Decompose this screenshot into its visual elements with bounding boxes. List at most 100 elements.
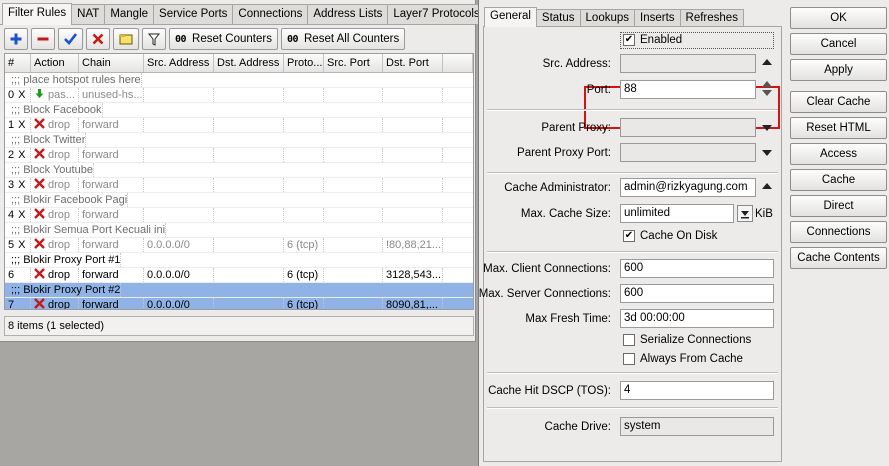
max-cache-size-dropdown[interactable] [737,205,753,222]
src-address-label: Src. Address: [542,58,611,70]
rule-comment-row[interactable]: ;;; Blokir Facebook Pagi [5,193,473,208]
cache-administrator-field[interactable]: admin@rizkyagung.com [620,178,756,197]
max-client-connections-field[interactable]: 600 [620,259,774,278]
column-header-src-port[interactable]: Src. Port [324,54,383,72]
direct-button[interactable]: Direct [790,195,887,217]
reset-counters-button[interactable]: 00 Reset Counters [169,28,278,50]
table-row[interactable]: 3 Xdrop forward [5,178,473,193]
column-header-chain[interactable]: Chain [79,54,144,72]
collapse-arrow-icon[interactable] [762,183,772,189]
tab-refreshes[interactable]: Refreshes [679,9,744,27]
tab-nat[interactable]: NAT [71,4,106,24]
cell-number: 2X [5,148,31,162]
note-icon [119,34,133,45]
max-server-connections-field[interactable]: 600 [620,284,774,303]
cell-action: drop [31,178,79,192]
tab-connections[interactable]: Connections [232,4,309,24]
drop-x-icon [34,298,45,309]
rule-comment-row[interactable]: ;;; Block Youtube [5,163,473,178]
rule-number: 4 [8,209,15,221]
comment-button[interactable] [113,28,139,50]
dropdown-arrow-icon[interactable] [762,150,772,156]
tab-lookups[interactable]: Lookups [579,9,636,27]
tab-layer7-protocols[interactable]: Layer7 Protocols [387,4,486,24]
table-row[interactable]: 7 drop forward 0.0.0.0/0 6 (tcp) 8090,81,... [5,298,473,310]
filter-rules-table[interactable]: # Action Chain Src. Address Dst. Address… [4,53,474,310]
cell-number: 5X [5,238,31,252]
add-button[interactable] [4,28,28,50]
checkbox-checked-icon: ✔ [623,230,635,242]
spin-down-icon[interactable] [762,90,772,96]
apply-button[interactable]: Apply [790,59,887,81]
cell-number: 3X [5,178,31,192]
reset-html-button[interactable]: Reset HTML [790,117,887,139]
serialize-connections-checkbox[interactable]: Serialize Connections [623,334,751,346]
always-from-cache-checkbox[interactable]: Always From Cache [623,353,743,365]
column-header-number[interactable]: # [5,54,31,72]
enable-button[interactable] [58,28,83,50]
tab-address-lists[interactable]: Address Lists [307,4,389,24]
table-row[interactable]: 0 Xpas... unused-hs... [5,88,473,103]
dropdown-arrow-icon[interactable] [762,125,772,131]
parent-proxy-port-field[interactable] [620,143,756,162]
cell-dst-port: 8090,81,... [383,298,443,309]
rule-comment-row[interactable]: ;;; Blokir Semua Port Kecuali ini [5,223,473,238]
separator [487,109,778,111]
tab-filter-rules[interactable]: Filter Rules [2,3,73,25]
max-cache-size-field[interactable]: unlimited [620,204,734,223]
tab-status[interactable]: Status [535,9,581,27]
max-fresh-time-field[interactable]: 3d 00:00:00 [620,309,774,328]
tab-general[interactable]: General [484,7,537,27]
column-header-src-address[interactable]: Src. Address [144,54,214,72]
rule-comment-row[interactable]: ;;; Blokir Proxy Port #1 [5,253,473,268]
minus-icon [37,37,49,41]
collapse-arrow-icon[interactable] [762,59,772,65]
rule-action: drop [48,209,71,221]
spin-up-icon[interactable] [762,81,772,87]
cell-protocol [284,88,324,102]
table-row[interactable]: 5 Xdrop forward 0.0.0.0/0 6 (tcp) !80,88,21..… [5,238,473,253]
cache-administrator-label: Cache Administrator: [504,182,611,194]
rule-comment-text: ;;; Blokir Proxy Port #2 [5,283,122,297]
cache-button[interactable]: Cache [790,169,887,191]
cancel-button[interactable]: Cancel [790,33,887,55]
clear-cache-button[interactable]: Clear Cache [790,91,887,113]
rule-number: 2 [8,149,15,161]
access-button[interactable]: Access [790,143,887,165]
cell-chain: forward [79,148,144,162]
connections-button[interactable]: Connections [790,221,887,243]
column-header-dst-port[interactable]: Dst. Port [383,54,443,72]
rule-flag: X [18,179,26,191]
cell-src-address: 0.0.0.0/0 [144,298,214,309]
remove-button[interactable] [31,28,55,50]
rule-comment-row[interactable]: ;;; Block Twitter [5,133,473,148]
counter-icon: 00 [286,33,299,45]
cache-on-disk-label: Cache On Disk [640,230,718,242]
cache-hit-dscp-field[interactable]: 4 [620,381,774,400]
column-header-protocol[interactable]: Proto... [284,54,324,72]
column-header-action[interactable]: Action [31,54,79,72]
disable-button[interactable] [86,28,110,50]
tab-mangle[interactable]: Mangle [104,4,155,24]
cell-src-address [144,208,214,222]
rule-number: 7 [8,299,15,310]
table-row[interactable]: 6 drop forward 0.0.0.0/0 6 (tcp) 3128,543... [5,268,473,283]
cache-on-disk-checkbox[interactable]: ✔ Cache On Disk [623,230,717,242]
ok-button[interactable]: OK [790,7,887,29]
filter-button[interactable] [142,28,166,50]
column-header-dst-address[interactable]: Dst. Address [214,54,284,72]
cache-contents-button[interactable]: Cache Contents [790,247,887,269]
rule-comment-row[interactable]: ;;; Blokir Proxy Port #2 [5,283,473,298]
rule-comment-row[interactable]: ;;; place hotspot rules here [5,73,473,88]
table-row[interactable]: 4 Xdrop forward [5,208,473,223]
table-row[interactable]: 2 Xdrop forward [5,148,473,163]
reset-all-counters-button[interactable]: 00 Reset All Counters [280,28,406,50]
port-field[interactable]: 88 [620,80,756,99]
rule-comment-row[interactable]: ;;; Block Facebook [5,103,473,118]
parent-proxy-field[interactable] [620,118,756,137]
table-row[interactable]: 1 Xdrop forward [5,118,473,133]
tab-inserts[interactable]: Inserts [634,9,681,27]
src-address-field[interactable] [620,54,756,73]
tab-service-ports[interactable]: Service Ports [153,4,234,24]
cell-action: drop [31,268,79,282]
